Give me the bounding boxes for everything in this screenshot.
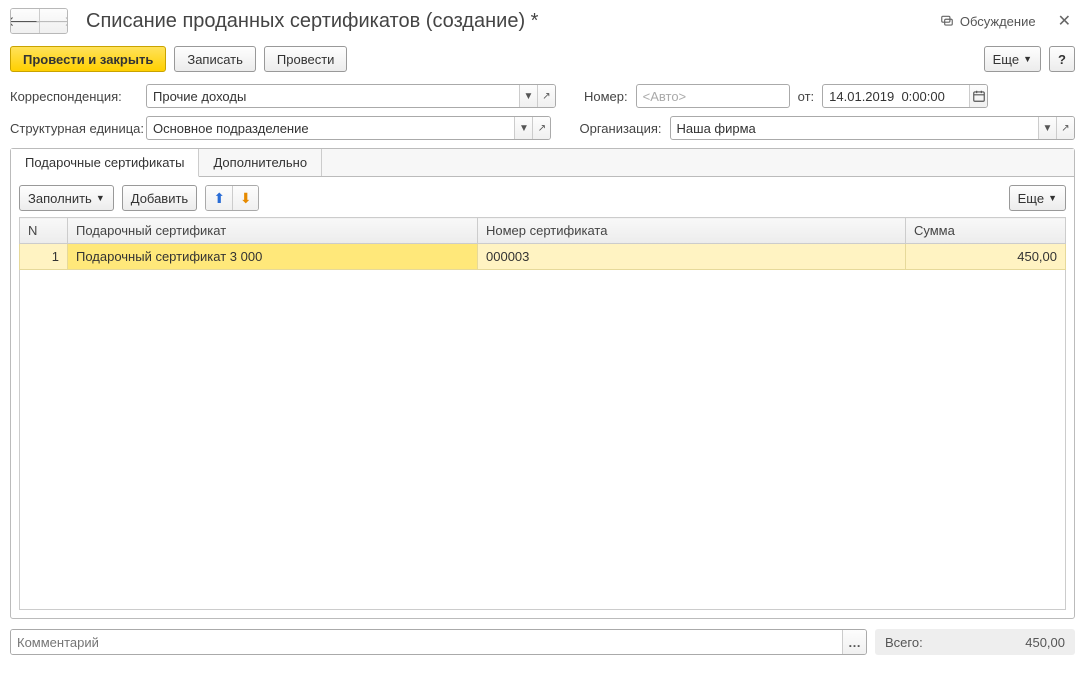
org-input[interactable] [671,117,1038,139]
tabs: Подарочные сертификаты Дополнительно [11,149,1074,177]
grid-more-button[interactable]: Еще ▼ [1009,185,1066,211]
cell-cert[interactable]: Подарочный сертификат 3 000 [68,244,478,270]
nav-buttons: 🡐 🡒 [10,8,68,34]
comment-field[interactable]: … [10,629,867,655]
certificates-table[interactable]: N Подарочный сертификат Номер сертификат… [19,217,1066,270]
total-box: Всего: 450,00 [875,629,1075,655]
discussion-icon [940,14,954,28]
cell-n[interactable]: 1 [20,244,68,270]
unit-input[interactable] [147,117,514,139]
grid-more-label: Еще [1018,191,1044,206]
total-label: Всего: [885,635,923,650]
org-label: Организация: [579,121,661,136]
post-button[interactable]: Провести [264,46,348,72]
col-num[interactable]: Номер сертификата [478,218,906,244]
chevron-down-icon: ▼ [1048,193,1057,203]
chevron-down-icon[interactable]: ▼ [514,117,532,139]
discussion-link[interactable]: Обсуждение [940,14,1036,29]
correspondence-field[interactable]: ▼ ↗ [146,84,556,108]
tab-additional[interactable]: Дополнительно [199,149,322,176]
open-ref-icon[interactable]: ↗ [1056,117,1074,139]
more-button[interactable]: Еще ▼ [984,46,1041,72]
correspondence-label: Корреспонденция: [10,89,138,104]
tab-gift-certificates[interactable]: Подарочные сертификаты [11,149,199,177]
fill-label: Заполнить [28,191,92,206]
move-down-button[interactable]: ⬇ [232,186,258,210]
post-and-close-button[interactable]: Провести и закрыть [10,46,166,72]
number-input[interactable] [637,85,789,107]
date-field[interactable] [822,84,988,108]
comment-input[interactable] [11,630,842,654]
chevron-down-icon: ▼ [1023,54,1032,64]
col-cert[interactable]: Подарочный сертификат [68,218,478,244]
col-n[interactable]: N [20,218,68,244]
page-title: Списание проданных сертификатов (создани… [86,10,940,33]
close-icon[interactable]: ✕ [1054,11,1075,31]
grid-empty-area[interactable] [19,270,1066,610]
number-label: Номер: [584,89,628,104]
chevron-down-icon[interactable]: ▼ [1038,117,1056,139]
cell-num[interactable]: 000003 [478,244,906,270]
open-ref-icon[interactable]: ↗ [532,117,550,139]
more-label: Еще [993,52,1019,67]
cell-sum[interactable]: 450,00 [906,244,1066,270]
move-up-button[interactable]: ⬆ [206,186,232,210]
chevron-down-icon: ▼ [96,193,105,203]
date-input[interactable] [823,85,969,107]
number-field[interactable] [636,84,790,108]
unit-field[interactable]: ▼ ↗ [146,116,551,140]
nav-forward-button: 🡒 [39,9,67,33]
ellipsis-icon[interactable]: … [842,630,866,654]
open-ref-icon[interactable]: ↗ [537,85,555,107]
save-button[interactable]: Записать [174,46,256,72]
move-row-buttons: ⬆ ⬇ [205,185,259,211]
chevron-down-icon[interactable]: ▼ [519,85,537,107]
col-sum[interactable]: Сумма [906,218,1066,244]
org-field[interactable]: ▼ ↗ [670,116,1075,140]
correspondence-input[interactable] [147,85,519,107]
discussion-label: Обсуждение [960,14,1036,29]
help-button[interactable]: ? [1049,46,1075,72]
calendar-icon[interactable] [969,85,987,107]
add-button[interactable]: Добавить [122,185,197,211]
fill-button[interactable]: Заполнить ▼ [19,185,114,211]
unit-label: Структурная единица: [10,121,138,136]
total-value: 450,00 [1025,635,1065,650]
table-row[interactable]: 1 Подарочный сертификат 3 000 000003 450… [20,244,1066,270]
from-label: от: [798,89,815,104]
